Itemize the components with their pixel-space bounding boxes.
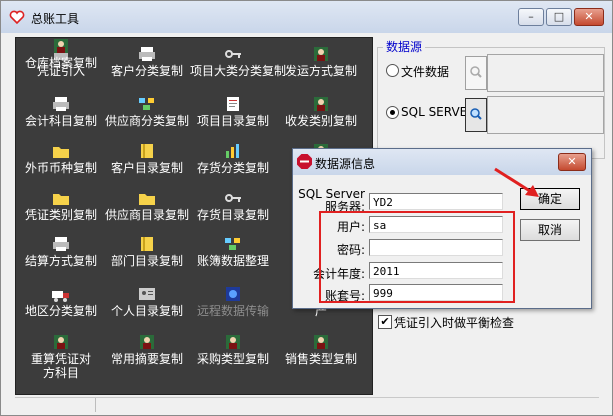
minimize-button[interactable]: –	[518, 8, 544, 26]
tool-label: 客户分类复制	[110, 64, 183, 78]
tool-item[interactable]: 存货分类复制	[190, 143, 276, 175]
title-bar: 总账工具 – □ ✕	[1, 1, 612, 33]
tool-item[interactable]: 客户分类复制	[104, 46, 190, 78]
close-button[interactable]: ✕	[574, 8, 604, 26]
dialog-title: 数据源信息	[315, 157, 376, 171]
globe-icon	[226, 287, 240, 301]
tool-label: 重算凭证对方科目	[31, 352, 92, 380]
person-icon	[54, 39, 68, 53]
tool-label: 供应商目录复制	[104, 208, 189, 222]
tool-label: 部门目录复制	[110, 254, 183, 268]
tool-label: 项目目录复制	[196, 114, 269, 128]
barchart-icon	[226, 144, 239, 158]
tool-label: 客户目录复制	[110, 161, 183, 175]
folder-icon	[53, 147, 69, 158]
folder-icon	[53, 194, 69, 205]
sql-server-radio[interactable]	[386, 106, 399, 119]
maximize-button[interactable]: □	[546, 8, 572, 26]
tool-item[interactable]: 结算方式复制	[18, 236, 104, 268]
tool-label: 收发类别复制	[284, 114, 357, 128]
tool-item[interactable]: 供应商分类复制	[104, 96, 190, 128]
book-icon	[141, 237, 153, 251]
cancel-button[interactable]: 取消	[520, 219, 580, 241]
tool-item[interactable]: 会计科目复制	[18, 96, 104, 128]
tool-item[interactable]: 仓库档案复制	[18, 38, 104, 70]
main-window: 总账工具 – □ ✕ 凭证引入 客户分类复制 项目大类分类复制 发运方式复制 会计科目复…	[0, 0, 613, 416]
key-icon	[225, 194, 241, 202]
tool-item[interactable]: 存货目录复制	[190, 190, 276, 222]
magnifier-icon	[470, 108, 482, 120]
tool-item[interactable]: 凭证类别复制	[18, 190, 104, 222]
tool-label: 销售类型复制	[284, 352, 357, 366]
tool-item[interactable]: 销售类型复制	[278, 334, 364, 366]
network-icon	[139, 98, 154, 110]
sql-browse-button[interactable]	[465, 98, 487, 132]
printer-icon	[139, 47, 155, 61]
tool-label: 项目大类分类复制	[190, 64, 287, 78]
tool-item[interactable]: 个人目录复制	[104, 286, 190, 318]
tool-label: 供应商分类复制	[104, 114, 189, 128]
tool-item[interactable]: 项目大类分类复制	[190, 46, 287, 78]
tool-item[interactable]: 外币币种复制	[18, 143, 104, 175]
status-bar	[15, 397, 599, 412]
network-icon	[225, 238, 240, 250]
tool-item[interactable]: 重算凭证对方科目	[18, 334, 104, 380]
book-icon	[141, 144, 153, 158]
tool-label: 采购类型复制	[196, 352, 269, 366]
server-input[interactable]: YD2	[369, 193, 503, 210]
tool-item[interactable]: 常用摘要复制	[104, 334, 190, 366]
magnifier-icon	[470, 66, 482, 78]
tool-label: 常用摘要复制	[110, 352, 183, 366]
tool-item[interactable]: 项目目录复制	[190, 96, 276, 128]
tool-label: 结算方式复制	[24, 254, 97, 268]
tool-item[interactable]: 客户目录复制	[104, 143, 190, 175]
person-icon	[226, 335, 240, 349]
printer-icon	[53, 97, 69, 111]
app-heart-icon	[9, 10, 25, 25]
tool-label: 存货分类复制	[196, 161, 269, 175]
file-path-field[interactable]	[487, 54, 604, 92]
window-title: 总账工具	[31, 12, 80, 26]
tool-item[interactable]: 地区分类复制	[18, 286, 104, 318]
truck-icon	[52, 291, 69, 302]
tool-item[interactable]: 账簿数据整理	[190, 236, 276, 268]
tool-label: 仓库档案复制	[24, 56, 97, 70]
file-data-radio[interactable]	[386, 64, 399, 77]
file-data-label: 文件数据	[401, 65, 450, 79]
stop-icon	[297, 154, 312, 169]
sql-server-field[interactable]	[487, 96, 604, 134]
key-icon	[225, 50, 241, 58]
tool-label: 账簿数据整理	[196, 254, 269, 268]
tool-item[interactable]: 供应商目录复制	[104, 190, 190, 222]
tool-label: 外币币种复制	[24, 161, 97, 175]
tool-item[interactable]: 部门目录复制	[104, 236, 190, 268]
highlight-box	[319, 211, 515, 303]
dialog-close-button[interactable]: ✕	[558, 153, 586, 171]
person-icon	[54, 335, 68, 349]
tool-label: 地区分类复制	[24, 304, 97, 318]
tool-label: 会计科目复制	[24, 114, 97, 128]
tool-label: 个人目录复制	[110, 304, 183, 318]
person-icon	[314, 97, 328, 111]
tool-label: 发运方式复制	[284, 64, 357, 78]
tool-label: 远程数据传输	[196, 304, 269, 318]
person-icon	[314, 335, 328, 349]
datasource-title: 数据源	[383, 38, 426, 55]
printer-icon	[53, 237, 69, 251]
person-icon	[314, 47, 328, 61]
tool-item[interactable]: 收发类别复制	[278, 96, 364, 128]
tool-item[interactable]: 发运方式复制	[278, 46, 364, 78]
tool-label: 凭证类别复制	[24, 208, 97, 222]
balance-check-label: 凭证引入时做平衡检查	[394, 316, 515, 330]
tool-item[interactable]: 采购类型复制	[190, 334, 276, 366]
person-icon	[140, 335, 154, 349]
document-icon	[227, 97, 239, 111]
file-browse-button[interactable]	[465, 56, 487, 90]
folder-icon	[139, 194, 155, 205]
tool-label: 存货目录复制	[196, 208, 269, 222]
tool-item[interactable]: 远程数据传输	[190, 286, 276, 318]
person-card-icon	[139, 288, 155, 300]
balance-check-checkbox[interactable]: ✔	[378, 315, 392, 329]
red-arrow-annotation	[494, 167, 539, 197]
